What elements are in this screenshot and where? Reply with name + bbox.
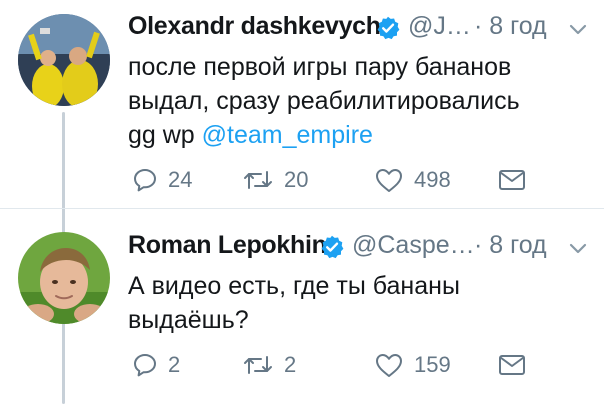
tweet-text-line: А видео есть, где ты бананы [128, 272, 460, 300]
like-count: 159 [414, 352, 451, 377]
avatar[interactable] [18, 232, 110, 324]
reply-count: 2 [168, 352, 181, 377]
retweet-count: 2 [284, 352, 297, 377]
display-name[interactable]: Roman Lepokhin [128, 231, 327, 260]
direct-message-button[interactable] [498, 163, 526, 197]
tweet-text-prefix: gg wp [128, 121, 202, 149]
username-handle[interactable]: @J… [408, 12, 471, 41]
retweet-button[interactable]: 20 [242, 163, 308, 197]
tweet-text: после первой игры пару бананов выдал, ср… [128, 50, 588, 152]
reply-count: 24 [168, 167, 193, 192]
heart-icon [376, 169, 402, 192]
username-handle[interactable]: @Caspe… [352, 231, 475, 260]
tweet-actions: 24 20 498 [128, 163, 604, 197]
timestamp[interactable]: · 8 год [474, 231, 547, 260]
timestamp[interactable]: · 8 год [474, 12, 547, 41]
tweet-1[interactable]: Olexandr dashkevych @J… · 8 год после пе… [0, 0, 604, 404]
reply-button[interactable]: 24 [132, 163, 192, 197]
tweet-text-line: после первой игры пару бананов [128, 53, 512, 81]
chevron-down-icon[interactable] [568, 20, 588, 40]
verified-badge-icon [377, 16, 400, 40]
retweet-icon [244, 356, 272, 374]
heart-icon [376, 354, 402, 377]
display-name[interactable]: Olexandr dashkevych [128, 12, 381, 41]
direct-message-button[interactable] [498, 348, 526, 382]
tweet-header: Roman Lepokhin @Caspe… · 8 год [128, 231, 604, 265]
like-button[interactable]: 498 [374, 163, 451, 197]
tweet-text-line: gg wp @team_empire [128, 118, 588, 152]
envelope-icon [499, 170, 525, 190]
tweet-actions: 2 2 159 [128, 348, 604, 382]
reply-icon [134, 354, 156, 377]
like-button[interactable]: 159 [374, 348, 451, 382]
person-photo-avatar-icon [18, 232, 110, 324]
chevron-down-icon[interactable] [568, 239, 588, 259]
retweet-count: 20 [284, 167, 309, 192]
tweet-2[interactable]: Roman Lepokhin @Caspe… · 8 год А видео е… [0, 209, 604, 404]
tweet-header: Olexandr dashkevych @J… · 8 год [128, 12, 604, 46]
retweet-button[interactable]: 2 [242, 348, 296, 382]
tweet-text: А видео есть, где ты бананы выдаёшь? [128, 269, 588, 337]
tweet-text-line: выдаёшь? [128, 306, 249, 334]
avatar[interactable] [18, 14, 110, 106]
reply-icon [134, 169, 156, 192]
reply-button[interactable]: 2 [132, 348, 180, 382]
mention-link[interactable]: @team_empire [202, 121, 373, 149]
verified-badge-icon [321, 235, 344, 259]
envelope-icon [499, 355, 525, 375]
team-photo-avatar-icon [18, 14, 110, 106]
tweet-text-line: выдал, сразу реабилитировались [128, 87, 520, 115]
retweet-icon [244, 171, 272, 189]
like-count: 498 [414, 167, 451, 192]
